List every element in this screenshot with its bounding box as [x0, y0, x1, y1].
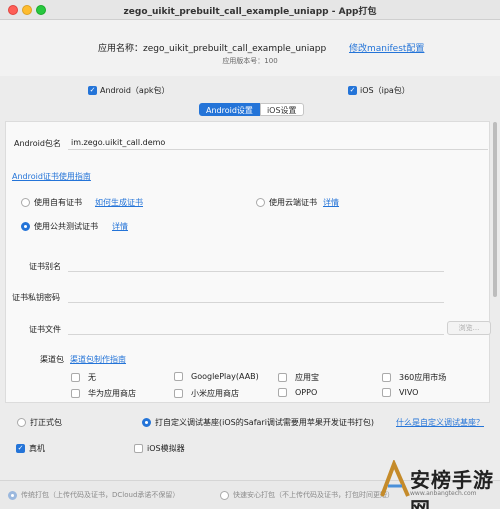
checkbox-checked-icon: ✓: [348, 86, 357, 95]
checkbox-icon: [278, 388, 287, 397]
radio-selected-icon: [21, 222, 30, 231]
ios-simulator-label: iOS模拟器: [147, 444, 185, 453]
channel-option-xiaomi[interactable]: 小米应用商店: [174, 388, 239, 399]
modify-manifest-link[interactable]: 修改manifest配置: [349, 41, 424, 54]
channel-option-none[interactable]: 无: [71, 372, 96, 383]
channel-option-label: 无: [88, 373, 96, 382]
channel-option-label: 应用宝: [295, 373, 319, 382]
channel-option-label: 小米应用商店: [191, 389, 239, 398]
window-title: zego_uikit_prebuilt_call_example_uniapp …: [123, 7, 377, 17]
how-to-generate-cert-link[interactable]: 如何生成证书: [95, 197, 143, 208]
app-name-label: 应用名称：: [98, 44, 144, 54]
channel-option-label: VIVO: [399, 388, 419, 397]
channel-option-label: 华为应用商店: [88, 389, 136, 398]
formal-build-radio[interactable]: 打正式包: [17, 417, 62, 428]
channel-label: 渠道包: [40, 355, 64, 364]
panel-scrollbar[interactable]: [493, 122, 497, 297]
custom-debug-base-radio[interactable]: 打自定义调试基座(iOS的Safari调试需要用苹果开发证书打包): [142, 417, 374, 428]
ios-simulator-checkbox[interactable]: iOS模拟器: [134, 443, 185, 454]
checkbox-icon: [278, 373, 287, 382]
channel-option-vivo[interactable]: VIVO: [382, 388, 418, 397]
traditional-pack-radio[interactable]: 传统打包（上传代码及证书，DCloud承诺不保留）: [8, 490, 179, 500]
checkbox-icon: [71, 373, 80, 382]
package-name-label: Android包名: [14, 139, 61, 148]
checkbox-icon: [134, 444, 143, 453]
radio-icon: [256, 198, 265, 207]
fast-pack-radio[interactable]: 快速安心打包（不上传代码及证书，打包时间更短）: [220, 490, 394, 500]
watermark: 安榜手游网 www.anbangtech.com: [376, 454, 500, 509]
ios-platform-label: iOS（ipa包）: [360, 86, 410, 95]
android-cert-guide-link[interactable]: Android证书使用指南: [12, 171, 91, 182]
custom-debug-base-label: 打自定义调试基座(iOS的Safari调试需要用苹果开发证书打包): [155, 418, 375, 427]
own-cert-label: 使用自有证书: [34, 198, 82, 207]
ios-platform-checkbox[interactable]: ✓ iOS（ipa包）: [348, 85, 410, 96]
app-header: 应用名称：zego_uikit_prebuilt_call_example_un…: [0, 20, 500, 76]
channel-option-360[interactable]: 360应用市场: [382, 372, 446, 383]
radio-icon: [21, 198, 30, 207]
tab-android-settings[interactable]: Android设置: [199, 103, 260, 116]
what-is-custom-base-link[interactable]: 什么是自定义调试基座？: [396, 417, 484, 428]
cert-file-label: 证书文件: [29, 325, 61, 334]
watermark-url: www.anbangtech.com: [410, 490, 477, 497]
title-bar: zego_uikit_prebuilt_call_example_uniapp …: [0, 0, 500, 20]
package-name-underline: [68, 149, 488, 150]
real-device-checkbox[interactable]: ✓ 真机: [16, 443, 45, 454]
public-test-cert-label: 使用公共测试证书: [34, 222, 98, 231]
radio-selected-icon: [8, 490, 17, 500]
real-device-label: 真机: [29, 444, 45, 453]
checkbox-icon: [382, 373, 391, 382]
radio-icon: [220, 490, 229, 500]
checkbox-icon: [174, 389, 183, 398]
android-platform-label: Android（apk包）: [100, 86, 170, 95]
channel-option-huawei[interactable]: 华为应用商店: [71, 388, 136, 399]
browse-button[interactable]: 浏览...: [447, 321, 491, 335]
radio-icon: [17, 418, 26, 427]
public-cert-detail-link[interactable]: 详情: [112, 221, 128, 232]
checkbox-checked-icon: ✓: [88, 86, 97, 95]
app-name-row: 应用名称：zego_uikit_prebuilt_call_example_un…: [98, 41, 326, 54]
radio-selected-icon: [142, 418, 151, 427]
own-cert-radio[interactable]: 使用自有证书: [21, 197, 82, 208]
checkbox-icon: [174, 372, 183, 381]
checkbox-checked-icon: ✓: [16, 444, 25, 453]
cert-file-input[interactable]: [68, 334, 444, 335]
channel-guide-link[interactable]: 渠道包制作指南: [70, 354, 126, 365]
channel-option-oppo[interactable]: OPPO: [278, 388, 317, 397]
tab-ios-settings[interactable]: iOS设置: [259, 103, 304, 116]
package-name-input[interactable]: im.zego.uikit_call.demo: [71, 138, 165, 147]
cloud-cert-radio[interactable]: 使用云端证书: [256, 197, 317, 208]
cert-password-label: 证书私钥密码: [12, 293, 60, 302]
channel-option-label: OPPO: [295, 388, 318, 397]
app-version: 应用版本号：100: [222, 57, 278, 65]
channel-option-label: 360应用市场: [399, 373, 447, 382]
cert-alias-input[interactable]: [68, 271, 444, 272]
cert-password-input[interactable]: [68, 302, 444, 303]
cloud-cert-detail-link[interactable]: 详情: [323, 197, 339, 208]
settings-tabs: Android设置 iOS设置: [199, 103, 304, 116]
formal-build-label: 打正式包: [30, 418, 62, 427]
channel-option-yingyongbao[interactable]: 应用宝: [278, 372, 319, 383]
checkbox-icon: [382, 388, 391, 397]
checkbox-icon: [71, 389, 80, 398]
android-platform-checkbox[interactable]: ✓ Android（apk包）: [88, 85, 170, 96]
app-name-value: zego_uikit_prebuilt_call_example_uniapp: [143, 44, 327, 54]
channel-option-label: GooglePlay(AAB): [191, 372, 259, 381]
watermark-text: 安榜手游网: [410, 468, 494, 509]
channel-option-googleplay[interactable]: GooglePlay(AAB): [174, 372, 259, 381]
watermark-logo-icon: [380, 460, 410, 497]
cloud-cert-label: 使用云端证书: [269, 198, 317, 207]
fast-pack-label: 快速安心打包（不上传代码及证书，打包时间更短）: [233, 491, 394, 499]
cert-alias-label: 证书别名: [29, 262, 61, 271]
traditional-pack-label: 传统打包（上传代码及证书，DCloud承诺不保留）: [21, 491, 180, 499]
public-test-cert-radio[interactable]: 使用公共测试证书: [21, 221, 98, 232]
